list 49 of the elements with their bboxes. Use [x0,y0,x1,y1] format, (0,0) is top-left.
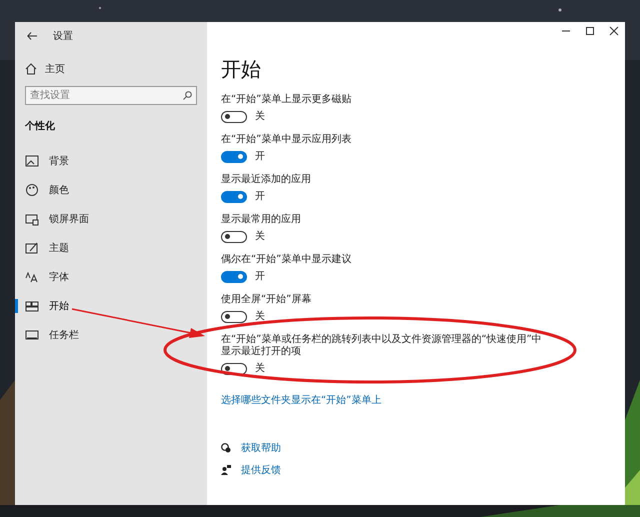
window-title: 设置 [53,30,73,43]
nav-icon [25,183,39,197]
setting-label: 显示最近添加的应用 [221,174,312,186]
setting-label: 使用全屏“开始”屏幕 [221,294,312,306]
nav-item[interactable]: 开始 [15,296,197,316]
home-link[interactable]: 主页 [45,62,65,76]
nav-item[interactable]: 背景 [15,151,197,171]
toggle-switch[interactable] [221,191,247,203]
toggle-switch[interactable] [221,111,247,123]
toggle-state: 开 [255,271,265,283]
nav-item[interactable]: 字体 [15,267,197,287]
setting-label: 显示最常用的应用 [221,214,302,226]
search-field[interactable]: 查找设置 [25,86,197,105]
help-link[interactable]: 获取帮助 [241,441,281,455]
toggle-switch[interactable] [221,231,247,243]
toggle-switch[interactable] [221,151,247,163]
folders-link[interactable]: 选择哪些文件夹显示在“开始”菜单上 [221,393,382,407]
setting-label: 在“开始”菜单中显示应用列表 [221,134,352,146]
nav-icon [25,154,39,168]
nav-icon [25,299,39,313]
toggle-switch[interactable] [221,271,247,283]
toggle-state: 关 [255,231,265,243]
search-icon [183,91,192,100]
nav-item[interactable]: 锁屏界面 [15,209,197,229]
page-title: 开始 [221,56,262,83]
nav-item[interactable]: 主题 [15,238,197,258]
nav-icon [25,270,39,284]
home-icon [25,63,37,75]
close-icon[interactable] [609,26,619,36]
nav-item[interactable]: 颜色 [15,180,197,200]
setting-label: 在“开始”菜单上显示更多磁贴 [221,94,352,106]
toggle-state: 开 [255,151,265,163]
help-link[interactable]: 提供反馈 [241,463,281,477]
toggle-state: 开 [255,191,265,203]
setting-label: 在“开始”菜单或任务栏的跳转列表中以及文件资源管理器的“快速使用”中显示最近打开的项 [221,334,543,358]
person-icon [221,465,231,475]
toggle-state: 关 [255,111,265,123]
back-icon[interactable] [27,32,37,40]
nav-icon [25,241,39,255]
section-heading: 个性化 [25,120,56,133]
nav-item[interactable]: 任务栏 [15,325,197,345]
nav-icon [25,212,39,226]
toggle-switch[interactable] [221,311,247,323]
toggle-state: 关 [255,311,265,323]
setting-label: 偶尔在“开始”菜单中显示建议 [221,254,352,266]
chat-icon [221,443,231,453]
toggle-state: 关 [255,363,265,375]
nav-icon [25,328,39,342]
maximize-icon[interactable] [585,26,595,36]
